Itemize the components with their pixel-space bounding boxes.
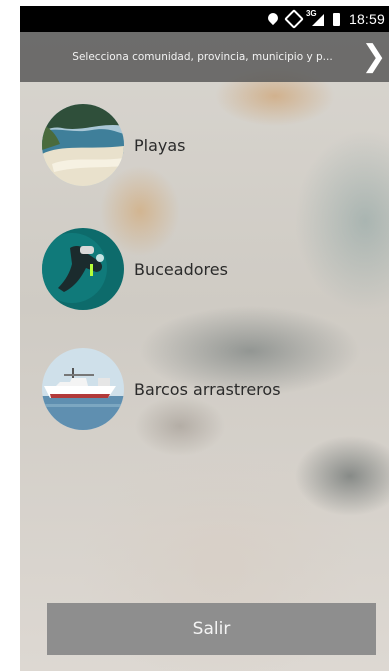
beach-thumbnail[interactable] xyxy=(42,104,124,186)
signal-icon: 3G xyxy=(306,9,324,26)
category-label-buceadores[interactable]: Buceadores xyxy=(134,260,228,279)
status-bar: 3G 18:59 xyxy=(20,6,389,32)
status-clock: 18:59 xyxy=(348,11,385,27)
screen-rotation-icon xyxy=(284,9,304,29)
exit-button[interactable]: Salir xyxy=(47,603,376,655)
chevron-right-icon[interactable]: ❯ xyxy=(359,32,389,82)
location-selector-prompt[interactable]: Selecciona comunidad, provincia, municip… xyxy=(20,51,359,63)
app-screen: 3G 18:59 Selecciona comunidad, provincia… xyxy=(20,6,389,671)
diver-thumbnail[interactable] xyxy=(42,228,124,310)
category-label-barcos-arrastreros[interactable]: Barcos arrastreros xyxy=(134,380,281,399)
category-item-buceadores[interactable]: Buceadores xyxy=(42,228,228,310)
location-selector-bar[interactable]: Selecciona comunidad, provincia, municip… xyxy=(20,32,389,82)
trawler-boat-thumbnail[interactable] xyxy=(42,348,124,430)
category-item-barcos-arrastreros[interactable]: Barcos arrastreros xyxy=(42,348,281,430)
category-item-playas[interactable]: Playas xyxy=(42,104,186,186)
battery-icon xyxy=(332,12,340,26)
location-pin-icon xyxy=(268,13,278,26)
category-label-playas[interactable]: Playas xyxy=(134,136,186,155)
